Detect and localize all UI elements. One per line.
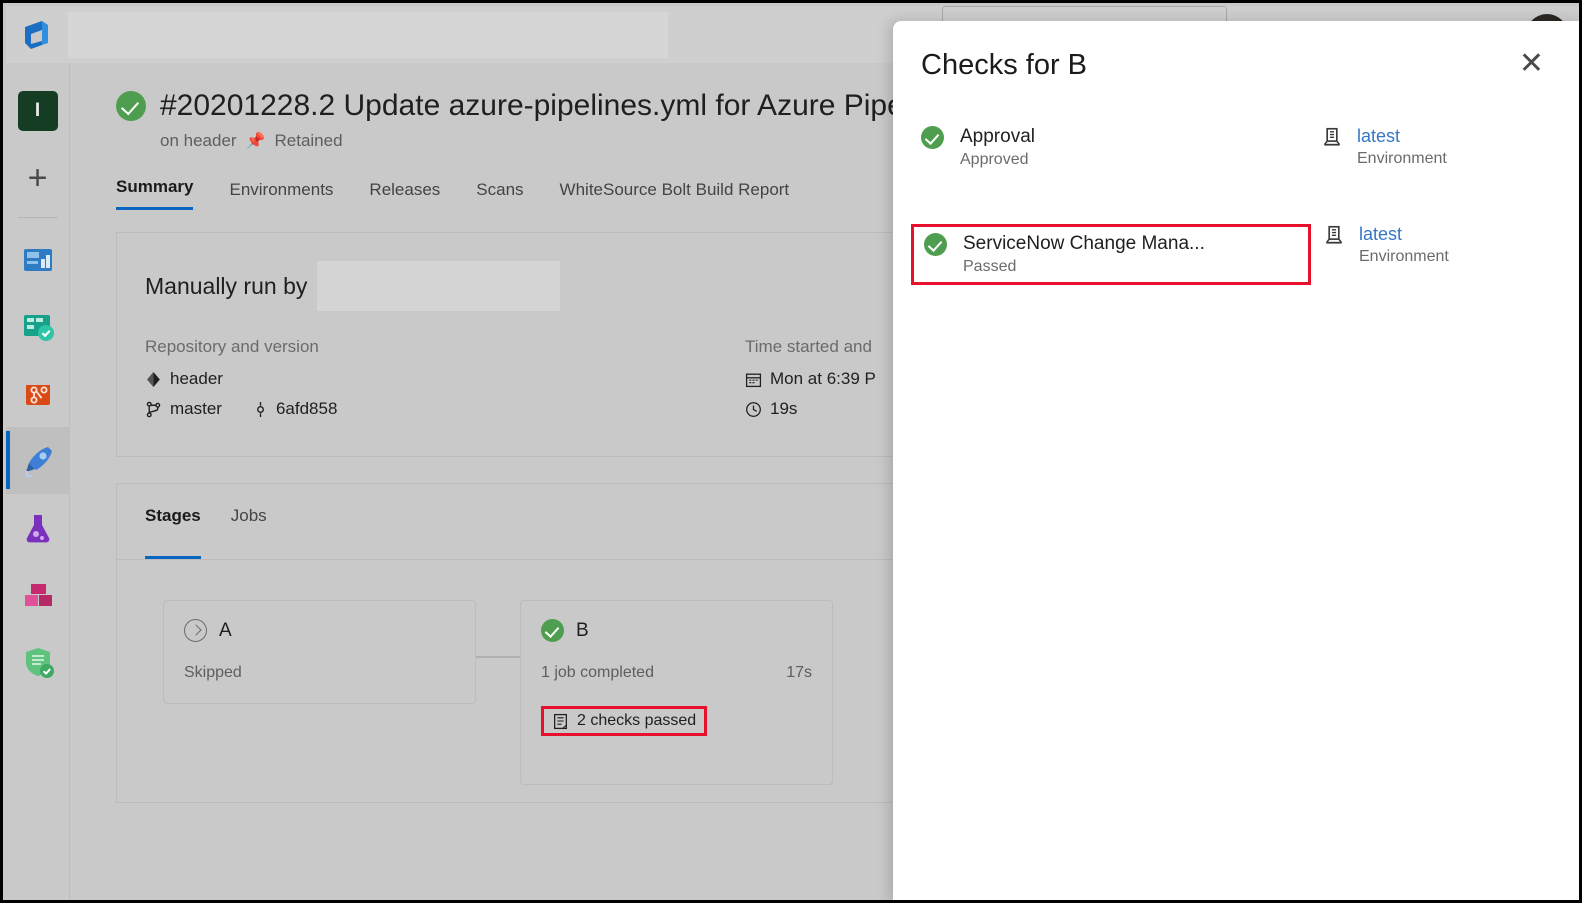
check-name: ServiceNow Change Mana... [963, 233, 1205, 254]
check-state: Approved [960, 151, 1029, 168]
sidebar-item-artifacts[interactable] [6, 561, 70, 628]
check-name: Approval [960, 126, 1035, 147]
check-servicenow-env: latest Environment [1359, 224, 1449, 266]
check-approval-right: latest Environment [1321, 126, 1447, 168]
add-button[interactable]: + [6, 144, 70, 211]
stage-b-header: B [541, 619, 812, 642]
repos-icon [25, 384, 50, 405]
success-check-icon [924, 233, 947, 256]
success-check-icon [921, 126, 944, 149]
checks-panel-title: Checks for B [921, 49, 1087, 81]
overview-icon [23, 248, 52, 271]
branch-row: master 6afd858 [145, 399, 745, 419]
pipelines-rocket-icon [25, 446, 52, 477]
security-shield-icon [25, 647, 54, 678]
sidebar-item-overview[interactable] [6, 226, 70, 293]
stage-b-duration: 17s [786, 664, 812, 681]
stage-a-status: Skipped [184, 664, 242, 681]
azure-devops-logo-icon[interactable] [6, 18, 68, 52]
stage-a-name: A [219, 619, 232, 641]
repository-heading: Repository and version [145, 337, 319, 356]
tab-jobs[interactable]: Jobs [231, 506, 267, 559]
tab-stages[interactable]: Stages [145, 506, 201, 559]
commit-icon [257, 401, 264, 417]
environment-label: Environment [1359, 248, 1449, 265]
check-servicenow-texts: ServiceNow Change Mana... Passed [963, 233, 1205, 276]
app-window: I + #20201228.2 Update azure-pipelines.y… [0, 0, 1582, 903]
stage-b-name: B [576, 619, 589, 641]
tab-environments[interactable]: Environments [229, 180, 333, 210]
stage-connector [476, 656, 520, 658]
sidebar-item-boards[interactable] [6, 293, 70, 360]
close-icon[interactable]: ✕ [1519, 49, 1544, 79]
stage-b-meta: 1 job completed 17s [541, 664, 812, 682]
page-title: #20201228.2 Update azure-pipelines.yml f… [160, 89, 934, 122]
check-approval-left: Approval Approved [921, 126, 1321, 169]
success-check-icon [116, 91, 146, 121]
check-servicenow-left: ServiceNow Change Mana... Passed [911, 224, 1311, 285]
breadcrumb[interactable] [68, 11, 668, 58]
environment-server-icon [1325, 225, 1343, 244]
sidebar-item-pipelines[interactable] [5, 427, 70, 494]
plus-icon: + [27, 158, 48, 197]
environment-link[interactable]: latest [1357, 126, 1447, 147]
tab-summary[interactable]: Summary [116, 177, 194, 210]
repository-row: header [145, 369, 745, 389]
rail-divider [17, 217, 58, 218]
repository-name[interactable]: header [170, 369, 223, 389]
checks-passed-button[interactable]: 2 checks passed [541, 706, 708, 736]
skipped-icon [184, 619, 207, 642]
tab-releases[interactable]: Releases [369, 180, 440, 210]
sidebar-item-test-plans[interactable] [6, 494, 70, 561]
stage-card-b[interactable]: B 1 job completed 17s 2 checks passed [520, 600, 833, 785]
check-approval-texts: Approval Approved [960, 126, 1035, 169]
user-name-redacted [317, 261, 561, 311]
environment-label: Environment [1357, 150, 1447, 167]
run-branch-label: on header [160, 131, 237, 150]
project-avatar[interactable]: I [6, 77, 70, 144]
repo-icon [147, 371, 160, 387]
checks-panel-header: Checks for B ✕ [893, 21, 1579, 82]
commit-row: 6afd858 [252, 399, 337, 419]
stage-b-jobs: 1 job completed [541, 664, 654, 681]
duration-value: 19s [770, 399, 798, 418]
environment-link[interactable]: latest [1359, 224, 1449, 245]
stage-a-meta: Skipped [184, 664, 455, 682]
environment-server-icon [1323, 127, 1341, 146]
check-state: Passed [963, 258, 1017, 275]
calendar-icon [745, 373, 762, 387]
checks-passed-label: 2 checks passed [577, 712, 697, 729]
time-started-value: Mon at 6:39 P [770, 369, 876, 388]
check-row-servicenow[interactable]: ServiceNow Change Mana... Passed latest … [911, 224, 1579, 296]
clock-icon [746, 401, 761, 417]
tab-scans[interactable]: Scans [476, 180, 523, 210]
sidebar-item-repos[interactable] [6, 360, 70, 427]
artifacts-icon [24, 583, 52, 606]
left-rail: I + [5, 63, 70, 900]
tab-whitesource-bolt-build-report[interactable]: WhiteSource Bolt Build Report [560, 180, 790, 210]
checklist-icon [554, 713, 567, 729]
boards-icon [23, 314, 54, 341]
checks-panel: Checks for B ✕ Approval Approved latest … [893, 21, 1579, 900]
check-servicenow-right: latest Environment [1323, 224, 1449, 266]
stage-card-a[interactable]: A Skipped [163, 600, 476, 704]
retained-label: Retained [274, 131, 343, 150]
success-check-icon [541, 619, 564, 642]
sidebar-item-security[interactable] [6, 628, 70, 695]
test-plans-flask-icon [26, 514, 49, 542]
branch-icon [146, 401, 161, 417]
commit-id[interactable]: 6afd858 [276, 399, 337, 419]
check-approval-env: latest Environment [1357, 126, 1447, 168]
pin-icon: 📌 [245, 133, 266, 150]
manually-run-by-label: Manually run by [145, 272, 308, 299]
branch-name[interactable]: master [170, 399, 222, 419]
checks-list: Approval Approved latest Environment Ser… [893, 82, 1579, 296]
repository-column: Repository and version header master 6af… [145, 337, 745, 429]
project-initial: I [17, 90, 58, 131]
stage-a-header: A [184, 619, 455, 642]
check-row-approval[interactable]: Approval Approved latest Environment [921, 126, 1579, 198]
